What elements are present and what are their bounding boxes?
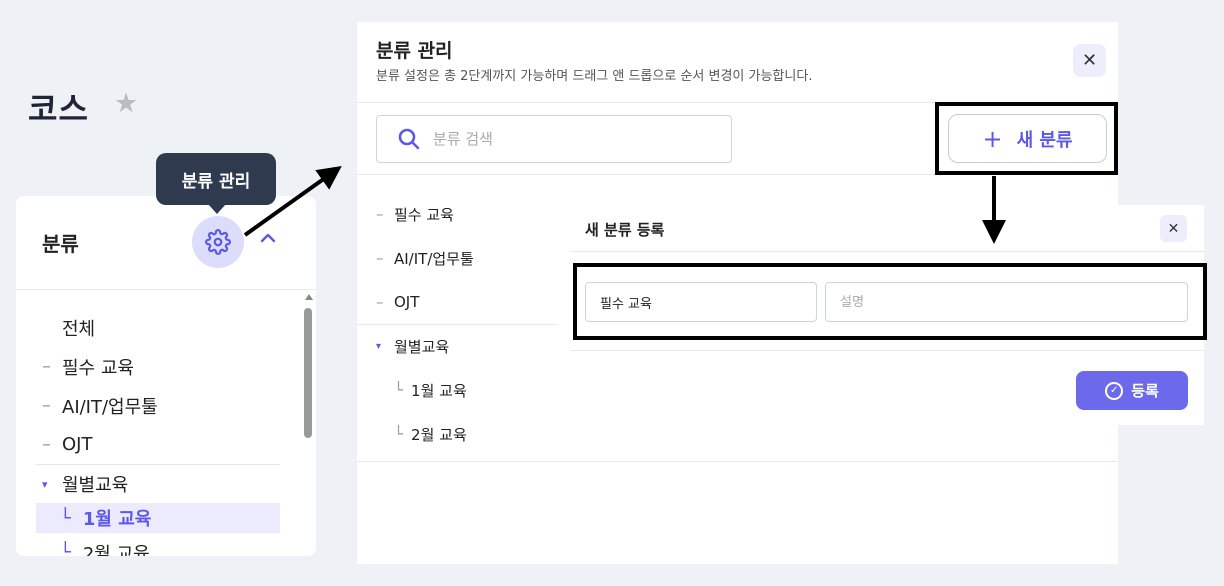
modal-category-group[interactable]: ▾ 월별교육 [376, 324, 576, 368]
close-icon[interactable]: ✕ [1160, 215, 1187, 242]
category-item-label: AI/IT/업무툴 [62, 396, 158, 418]
category-item-label: 필수 교육 [62, 357, 134, 379]
divider [357, 461, 1118, 462]
category-item-all[interactable]: 전체 [36, 308, 280, 347]
modal-category-subitem[interactable]: └ 1월 교육 [376, 368, 576, 412]
register-button[interactable]: ✓ 등록 [1076, 371, 1188, 410]
dash-icon: – [376, 205, 384, 223]
dash-icon: – [42, 356, 51, 377]
modal-category-item[interactable]: – 필수 교육 [376, 192, 576, 236]
modal-title: 분류 관리 [376, 40, 453, 62]
category-item-label: 1월 교육 [82, 509, 152, 530]
modal-category-label: AI/IT/업무툴 [394, 249, 474, 268]
category-item-label: 2월 교육 [82, 543, 150, 557]
divider [357, 324, 557, 325]
category-item-label: 전체 [62, 318, 96, 340]
category-panel: 분류 전체 – 필수 교육 – AI/IT/업무툴 – OJT ▾ 월별교육 └… [16, 196, 316, 556]
scrollbar[interactable] [302, 294, 314, 556]
category-item-label: OJT [62, 434, 93, 455]
search-box[interactable] [376, 115, 732, 163]
modal-category-label: 필수 교육 [394, 205, 454, 224]
divider [570, 251, 1204, 252]
category-item[interactable]: – AI/IT/업무툴 [36, 386, 280, 425]
dash-icon: – [376, 249, 384, 267]
tree-elbow-icon: └ [60, 507, 71, 529]
category-panel-title: 분류 [42, 232, 79, 256]
scroll-up-icon[interactable] [305, 294, 313, 300]
modal-category-item[interactable]: – AI/IT/업무툴 [376, 236, 576, 280]
star-icon[interactable]: ★ [114, 88, 138, 119]
tree-elbow-icon: └ [60, 542, 71, 556]
scrollbar-thumb[interactable] [304, 308, 312, 438]
category-item-label: 월별교육 [62, 475, 129, 496]
modal-subtitle: 분류 설정은 총 2단계까지 가능하며 드래그 앤 드롭으로 순서 변경이 가능… [376, 69, 813, 84]
divider [570, 350, 1204, 351]
modal-category-label: OJT [394, 293, 420, 311]
modal-category-subitem[interactable]: └ 2월 교육 [376, 412, 576, 456]
dash-icon: – [376, 293, 384, 311]
search-input[interactable] [433, 130, 693, 148]
register-label: 등록 [1131, 382, 1159, 400]
category-group[interactable]: ▾ 월별교육 [36, 464, 280, 503]
modal-category-label: 2월 교육 [411, 425, 467, 444]
category-item[interactable]: – OJT [36, 425, 280, 464]
modal-category-label: 1월 교육 [411, 381, 467, 400]
modal-category-label: 월별교육 [394, 337, 450, 356]
category-item-selected[interactable]: └ 1월 교육 [36, 503, 280, 533]
modal-category-item[interactable]: – OJT [376, 280, 576, 324]
close-icon[interactable]: ✕ [1073, 44, 1106, 77]
dash-icon: – [42, 395, 51, 416]
category-item[interactable]: – 필수 교육 [36, 347, 280, 386]
tree-elbow-icon: └ [394, 425, 404, 443]
category-subitem[interactable]: └ 2월 교육 [36, 533, 280, 556]
search-icon [398, 128, 420, 150]
caret-down-icon[interactable]: ▾ [376, 341, 386, 352]
check-circle-icon: ✓ [1105, 381, 1124, 400]
category-list: 전체 – 필수 교육 – AI/IT/업무툴 – OJT ▾ 월별교육 └ 1월… [36, 308, 280, 556]
chevron-up-icon[interactable] [258, 228, 278, 248]
gear-icon[interactable] [192, 216, 244, 268]
highlight-box-fields [573, 263, 1207, 340]
dialog-title: 새 분류 등록 [585, 221, 665, 239]
tree-elbow-icon: └ [394, 381, 404, 399]
tooltip: 분류 관리 [156, 153, 276, 214]
caret-down-icon[interactable]: ▾ [42, 478, 54, 491]
highlight-box-new-category [935, 102, 1118, 175]
dash-icon: – [42, 434, 51, 455]
page-title: 코스 [28, 90, 89, 128]
category-panel-header: 분류 [16, 196, 316, 290]
